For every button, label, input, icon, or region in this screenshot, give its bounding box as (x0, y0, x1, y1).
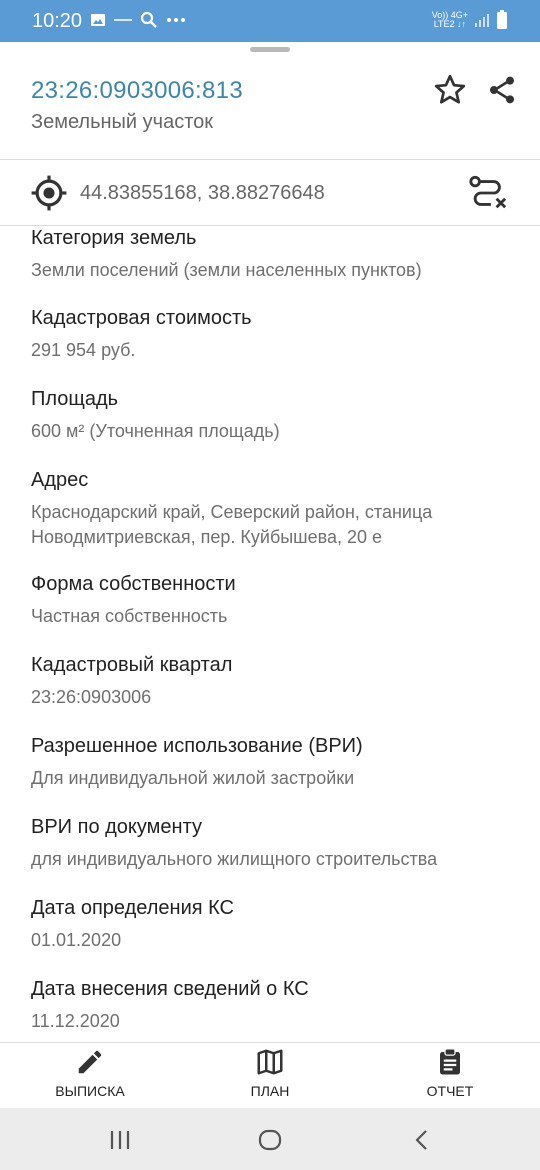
field-ownership-form: Форма собственности Частная собственност… (31, 572, 521, 629)
field-value: 23:26:0903006 (31, 687, 152, 707)
nav-label: ПЛАН (250, 1083, 290, 1099)
recent-apps-icon[interactable] (106, 1126, 134, 1154)
field-label: Кадастровая стоимость (31, 307, 252, 329)
field-permitted-use-doc: ВРИ по документу для индивидуального жил… (31, 815, 521, 872)
share-icon[interactable] (486, 72, 518, 108)
field-label: ВРИ по документу (31, 816, 202, 838)
more-dots-icon (167, 18, 185, 22)
field-cadastral-quarter: Кадастровый квартал 23:26:0903006 (31, 653, 521, 710)
nav-extract-button[interactable]: ВЫПИСКА (20, 1043, 160, 1109)
field-entry-date: Дата внесения сведений о КС 11.12.2020 (31, 977, 521, 1034)
image-icon (91, 14, 105, 26)
field-label: Разрешенное использование (ВРИ) (31, 735, 363, 757)
field-label: Категория земель (31, 227, 197, 249)
nav-plan-button[interactable]: ПЛАН (200, 1043, 340, 1109)
home-icon[interactable] (256, 1126, 284, 1154)
field-label: Адрес (31, 469, 89, 491)
details-list[interactable]: Категория земель Земли поселений (земли … (0, 226, 540, 1041)
field-value-line: Краснодарский край, Северский район, ста… (31, 502, 433, 522)
gps-target-icon[interactable] (30, 174, 68, 212)
field-label: Площадь (31, 388, 119, 410)
clipboard-icon (440, 1048, 460, 1075)
map-icon (257, 1049, 283, 1075)
status-time: 10:20 (32, 10, 83, 32)
field-value: 600 м² (Уточненная площадь) (31, 421, 280, 441)
coordinates-text[interactable]: 44.83855168, 38.88276648 (80, 182, 325, 205)
field-value-date: Дата определения КС 01.01.2020 (31, 896, 521, 953)
field-value: 01.01.2020 (31, 930, 122, 950)
cadastral-number[interactable]: 23:26:0903006:813 (31, 77, 243, 105)
route-icon[interactable] (468, 175, 508, 211)
pencil-icon (78, 1050, 102, 1074)
bottom-sheet-handle[interactable] (250, 47, 290, 52)
coordinates-row: 44.83855168, 38.88276648 (0, 160, 540, 226)
network-indicator: Vo)) 4G+ LTE2 ↓↑ (431, 10, 468, 29)
field-label: Форма собственности (31, 573, 236, 595)
nav-label: ВЫПИСКА (55, 1083, 125, 1099)
field-permitted-use: Разрешенное использование (ВРИ) Для инди… (31, 734, 521, 791)
field-value: для индивидуального жилищного строительс… (31, 849, 438, 869)
status-notification-icons (90, 11, 186, 29)
field-value: Для индивидуальной жилой застройки (31, 768, 355, 788)
search-icon (140, 11, 157, 28)
back-icon[interactable] (408, 1126, 436, 1154)
field-land-category: Категория земель Земли поселений (земли … (31, 226, 521, 283)
object-header: 23:26:0903006:813 Земельный участок (0, 60, 540, 160)
field-address: Адрес Краснодарский край, Северский райо… (31, 468, 521, 550)
battery-icon (497, 10, 507, 29)
field-area: Площадь 600 м² (Уточненная площадь) (31, 387, 521, 444)
system-nav-bar (0, 1108, 540, 1170)
signal-icon (475, 14, 489, 27)
field-value: 291 954 руб. (31, 340, 136, 360)
nav-report-button[interactable]: ОТЧЕТ (380, 1043, 520, 1109)
status-right-icons: Vo)) 4G+ LTE2 ↓↑ (432, 10, 508, 30)
field-cadastral-value: Кадастровая стоимость 291 954 руб. (31, 306, 521, 363)
field-value: 11.12.2020 (31, 1011, 120, 1031)
field-value: Частная собственность (31, 606, 228, 626)
object-type: Земельный участок (31, 111, 214, 133)
small-text-icon (114, 19, 132, 21)
field-label: Дата определения КС (31, 897, 234, 919)
star-outline-icon[interactable] (432, 72, 468, 108)
field-label: Кадастровый квартал (31, 654, 233, 676)
nav-label: ОТЧЕТ (426, 1083, 474, 1099)
field-value-line: Новодмитриевская, пер. Куйбышева, 20 е (31, 527, 383, 547)
field-value: Земли поселений (земли населенных пункто… (31, 260, 422, 280)
status-bar: 10:20 Vo)) 4G+ LTE2 ↓↑ (0, 0, 540, 42)
field-label: Дата внесения сведений о КС (31, 978, 309, 1000)
bottom-nav: ВЫПИСКА ПЛАН ОТЧЕТ (0, 1042, 540, 1108)
